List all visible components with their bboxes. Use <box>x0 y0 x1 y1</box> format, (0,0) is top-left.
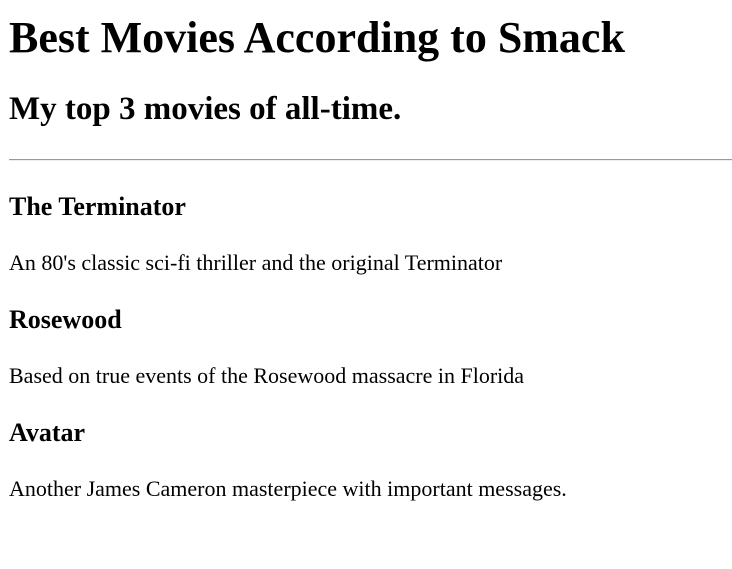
movie-title: Rosewood <box>9 305 122 334</box>
movie-title: Avatar <box>9 418 86 447</box>
page-title: Best Movies According to Smack <box>9 13 625 62</box>
movie-description: Based on true events of the Rosewood mas… <box>9 363 525 388</box>
page-content: Best Movies According to Smack My top 3 … <box>0 16 732 500</box>
movie-description: An 80's classic sci-fi thriller and the … <box>9 250 503 275</box>
page-subtitle: My top 3 movies of all-time. <box>9 91 402 127</box>
movie-entry-terminator: The Terminator An 80's classic sci-fi th… <box>9 161 732 274</box>
movie-description: Another James Cameron masterpiece with i… <box>9 476 567 501</box>
movie-entry-rosewood: Rosewood Based on true events of the Ros… <box>9 274 732 387</box>
movie-title: The Terminator <box>9 192 186 221</box>
movie-entry-avatar: Avatar Another James Cameron masterpiece… <box>9 387 732 500</box>
